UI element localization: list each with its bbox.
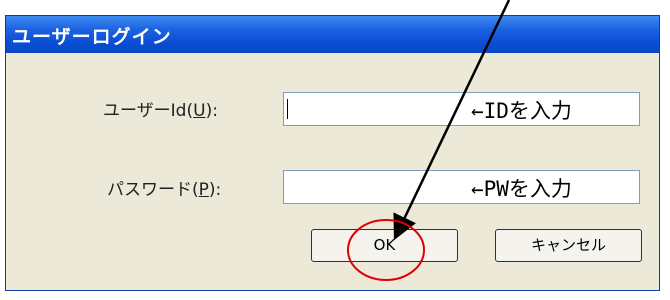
pointer-arrow [393, 0, 511, 241]
highlight-circle [347, 219, 425, 281]
annotation-overlay [347, 0, 511, 281]
